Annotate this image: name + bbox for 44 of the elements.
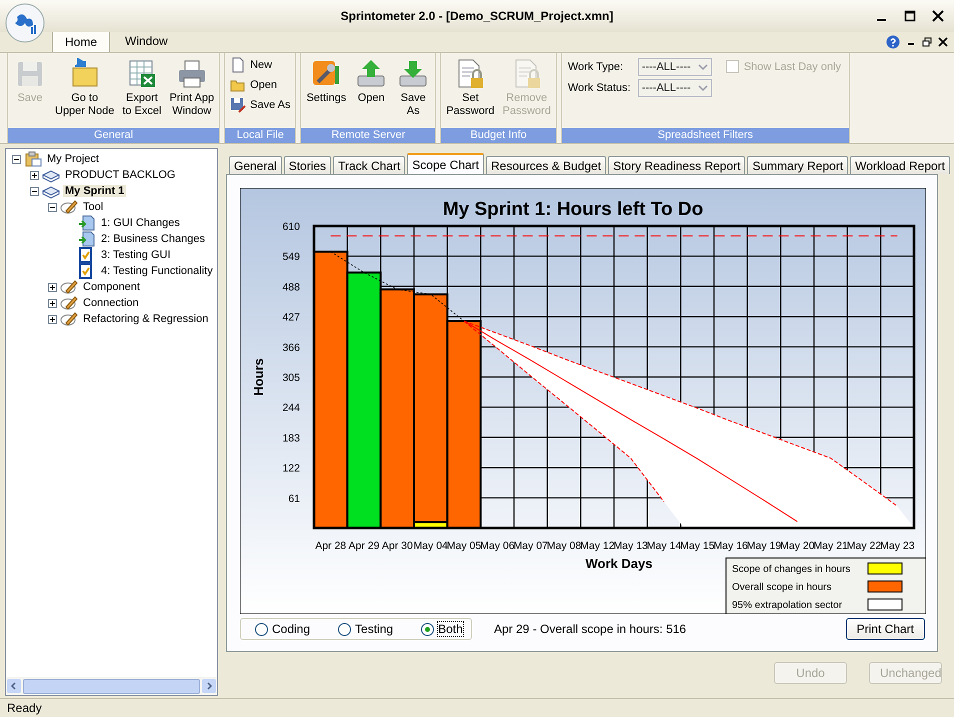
status-text: Ready <box>7 701 42 715</box>
info-text: Apr 29 - Overall scope in hours: 516 <box>494 622 688 636</box>
group-label: General <box>8 128 220 143</box>
x-tick-label: May 12 <box>580 540 615 552</box>
x-tick-label: May 22 <box>846 540 882 552</box>
x-tick-label: Apr 29 <box>348 540 380 552</box>
y-tick-label: 549 <box>282 251 300 264</box>
x-tick-label: May 19 <box>746 540 782 552</box>
x-tick-label: May 23 <box>880 540 915 552</box>
x-tick-label: May 15 <box>680 540 715 552</box>
y-tick-label: 427 <box>282 312 300 324</box>
x-tick-label: May 21 <box>813 540 848 552</box>
x-tick-label: May 08 <box>546 540 582 552</box>
y-tick-label: 183 <box>282 432 300 444</box>
y-tick-label: 305 <box>282 372 300 384</box>
y-tick-label: 366 <box>282 342 300 354</box>
group-label: Spreadsheet Filters <box>562 128 849 143</box>
legend-label: Scope of changes in hours <box>732 564 850 575</box>
window-title: Sprintometer 2.0 - [Demo_SCRUM_Project.xmn] <box>340 9 614 23</box>
group-label: Remote Server <box>301 128 436 143</box>
x-tick-label: May 04 <box>413 540 448 552</box>
y-tick-label: 488 <box>282 281 300 294</box>
x-tick-label: May 13 <box>613 540 648 552</box>
legend-label: 95% extrapolation sector <box>732 600 842 611</box>
x-tick-label: Apr 30 <box>382 540 413 552</box>
chart-title: My Sprint 1: Hours left To Do <box>442 199 704 220</box>
y-axis-label: Hours <box>251 358 266 396</box>
filter-label: Work Status: <box>568 82 632 94</box>
x-tick-label: May 05 <box>446 540 482 552</box>
x-axis-label: Work Days <box>586 556 652 571</box>
group-label: Budget Info <box>441 128 556 143</box>
y-tick-label: 122 <box>282 462 300 475</box>
y-tick-label: 61 <box>288 492 300 505</box>
x-tick-label: May 06 <box>480 540 515 552</box>
x-tick-label: May 20 <box>780 540 815 552</box>
x-tick-label: May 16 <box>713 540 748 552</box>
y-tick-label: 244 <box>282 402 300 414</box>
x-tick-label: Apr 28 <box>315 540 346 552</box>
filter-label: Work Type: <box>568 61 624 73</box>
legend-label: Overall scope in hours <box>732 582 832 593</box>
x-tick-label: May 14 <box>646 540 682 552</box>
group-label: Local File <box>225 128 296 143</box>
x-tick-label: May 07 <box>513 540 548 552</box>
y-tick-label: 610 <box>282 221 300 233</box>
